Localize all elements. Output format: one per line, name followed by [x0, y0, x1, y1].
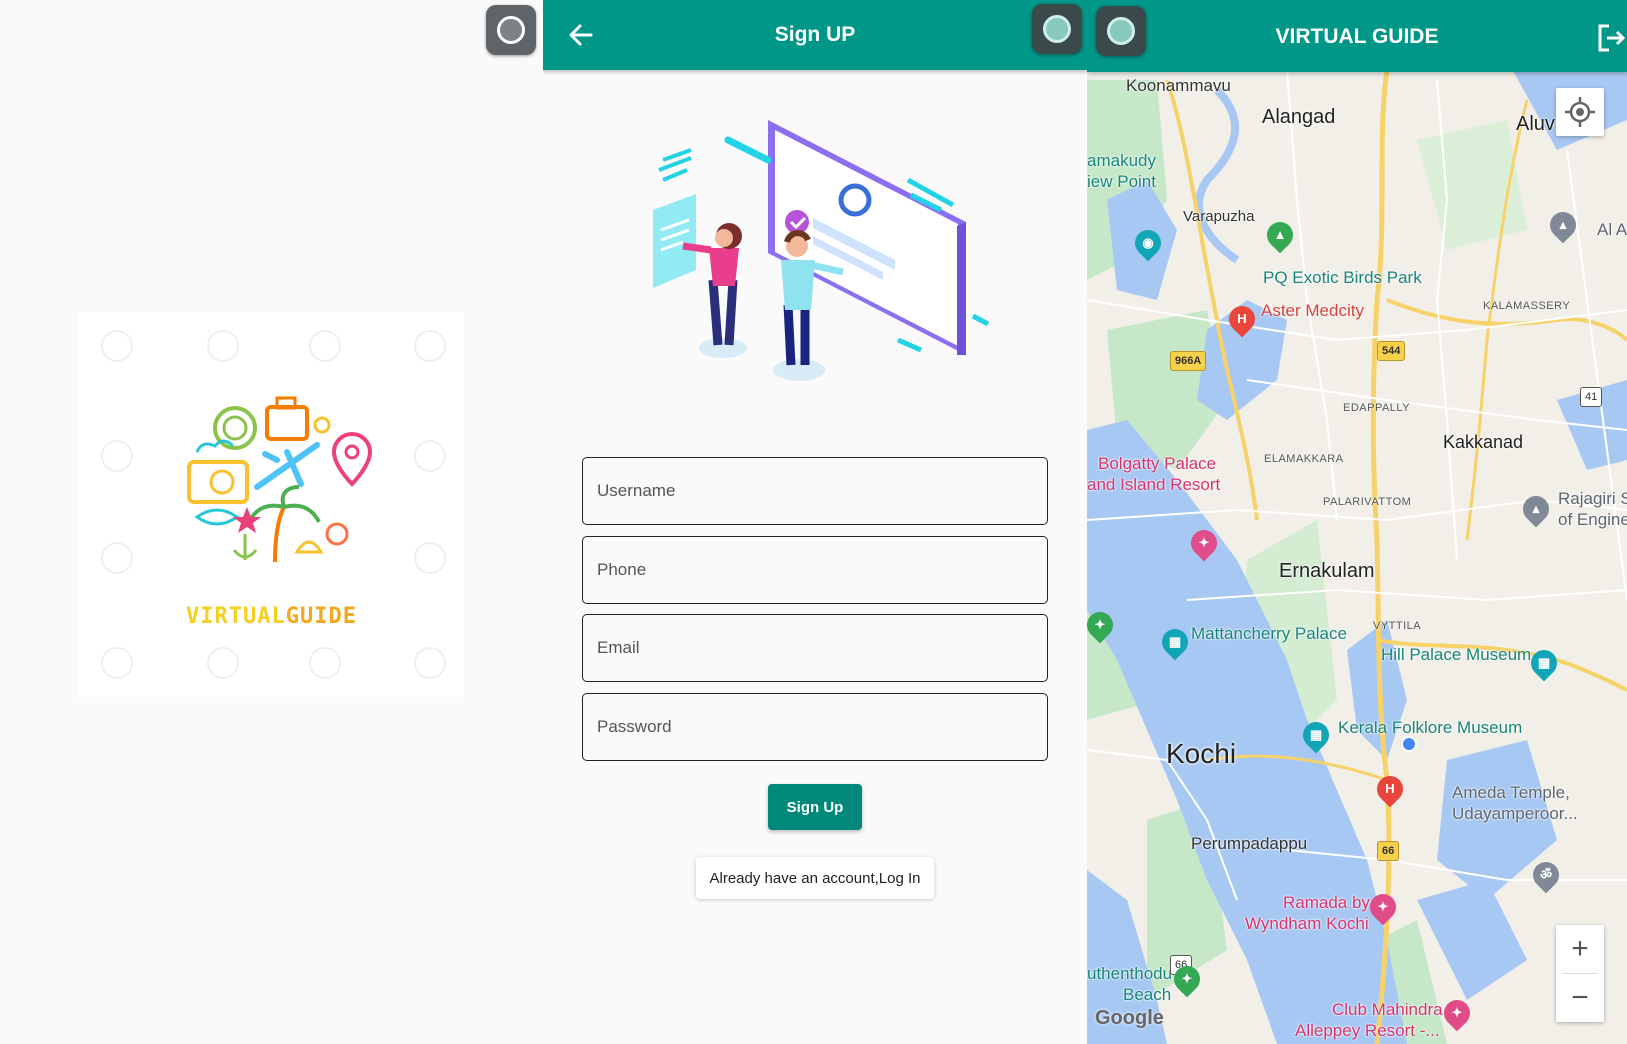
route-shield: 66 — [1377, 841, 1400, 861]
sign-up-button[interactable]: Sign Up — [768, 784, 862, 830]
app-logo-text: VIRTUALGUIDE — [186, 604, 357, 629]
map-label: Bolgatty Palace — [1098, 454, 1217, 473]
map-label: EDAPPALLY — [1343, 402, 1411, 414]
google-logo: Google — [1095, 1007, 1164, 1029]
zoom-out-button[interactable]: − — [1556, 974, 1604, 1022]
map-label: Kakkanad — [1443, 432, 1524, 452]
camera-pin-icon[interactable]: ◉ — [1129, 224, 1167, 262]
hospital-pin-icon[interactable]: H — [1223, 300, 1261, 338]
museum-pin-icon[interactable]: ▦ — [1156, 623, 1194, 661]
login-link-button[interactable]: Already have an account,Log In — [696, 857, 934, 899]
map-label: iew Point — [1087, 172, 1156, 191]
map-label: Udayamperoor... — [1452, 804, 1578, 823]
map-label: uthenthodu — [1087, 964, 1173, 983]
temple-pin-icon[interactable]: ॐ — [1527, 856, 1565, 894]
phone-field[interactable] — [582, 536, 1048, 604]
signup-illustration — [653, 120, 990, 381]
map-label: Varapuzha — [1183, 208, 1255, 225]
map-label: Ernakulam — [1279, 560, 1375, 582]
map-label: Perumpadappu — [1191, 834, 1308, 853]
map-app-bar: VIRTUAL GUIDE — [1087, 0, 1627, 72]
park-pin-icon[interactable]: ▲ — [1261, 216, 1299, 254]
hospital-pin-icon[interactable]: H — [1371, 770, 1409, 808]
map-label: Alangad — [1262, 106, 1336, 128]
resort-pin-icon[interactable]: ✦ — [1364, 888, 1402, 926]
page-title: VIRTUAL GUIDE — [1275, 25, 1439, 48]
map-label: Rajagiri S — [1558, 489, 1627, 508]
signup-panel: Sign UP S — [543, 0, 1087, 1044]
splash-panel: VIRTUALGUIDE — [0, 0, 543, 1044]
logout-icon[interactable] — [1595, 22, 1627, 54]
map-label: and Island Resort — [1087, 475, 1221, 494]
map-label: Club Mahindra — [1332, 1000, 1443, 1019]
resort-pin-icon[interactable]: ✦ — [1438, 994, 1476, 1032]
travel-logo-icon — [187, 396, 373, 563]
my-location-button[interactable] — [1556, 88, 1604, 136]
beach-pin-icon[interactable]: ✦ — [1168, 960, 1206, 998]
map-label: Ramada by — [1283, 893, 1370, 912]
map-label: Aster Medcity — [1261, 301, 1364, 320]
map-label: KALAMASSERY — [1483, 300, 1571, 312]
zoom-controls: + − — [1556, 925, 1604, 1022]
overlay-button[interactable] — [486, 5, 536, 55]
route-shield: 966A — [1170, 351, 1207, 371]
map-label: Beach — [1123, 985, 1172, 1004]
map-label: ELAMAKKARA — [1264, 453, 1344, 465]
museum-pin-icon[interactable]: ▦ — [1297, 716, 1335, 754]
crosshair-icon — [1565, 97, 1595, 127]
map-label: Wyndham Kochi — [1245, 914, 1369, 933]
password-field[interactable] — [582, 693, 1048, 761]
route-shield: 544 — [1377, 341, 1406, 361]
username-field[interactable] — [582, 457, 1048, 525]
route-shield: 41 — [1580, 387, 1603, 407]
map-label: Koonammavu — [1126, 76, 1231, 95]
map-label: PQ Exotic Birds Park — [1263, 268, 1422, 287]
map-label: Kerala Folklore Museum — [1338, 718, 1523, 737]
zoom-in-button[interactable]: + — [1556, 925, 1604, 973]
school-pin-icon[interactable]: ▴ — [1544, 206, 1582, 244]
map-label: of Engine — [1558, 510, 1627, 529]
map-panel: VIRTUAL GUIDE Koonammavu Alangad Aluva a… — [1087, 0, 1627, 1044]
map-label: VYTTILA — [1373, 620, 1422, 632]
museum-pin-icon[interactable]: ▦ — [1525, 644, 1563, 682]
map-label: Mattancherry Palace — [1191, 624, 1347, 643]
overlay-button[interactable] — [1032, 4, 1082, 54]
signup-app-bar: Sign UP — [543, 0, 1087, 70]
app-logo-card: VIRTUALGUIDE — [79, 312, 464, 697]
map-label: Ameda Temple, — [1452, 783, 1570, 802]
map-label: Kochi — [1166, 738, 1237, 769]
map-label: Al A — [1597, 220, 1627, 239]
map-label: Hill Palace Museum — [1381, 645, 1532, 664]
school-pin-icon[interactable]: ▴ — [1517, 490, 1555, 528]
page-title: Sign UP — [774, 23, 856, 46]
email-field[interactable] — [582, 614, 1048, 682]
map-label: Alleppey Resort -... — [1295, 1021, 1440, 1040]
resort-pin-icon[interactable]: ✦ — [1185, 524, 1223, 562]
map-label: amakudy — [1087, 151, 1156, 170]
map-label: PALARIVATTOM — [1323, 496, 1412, 508]
